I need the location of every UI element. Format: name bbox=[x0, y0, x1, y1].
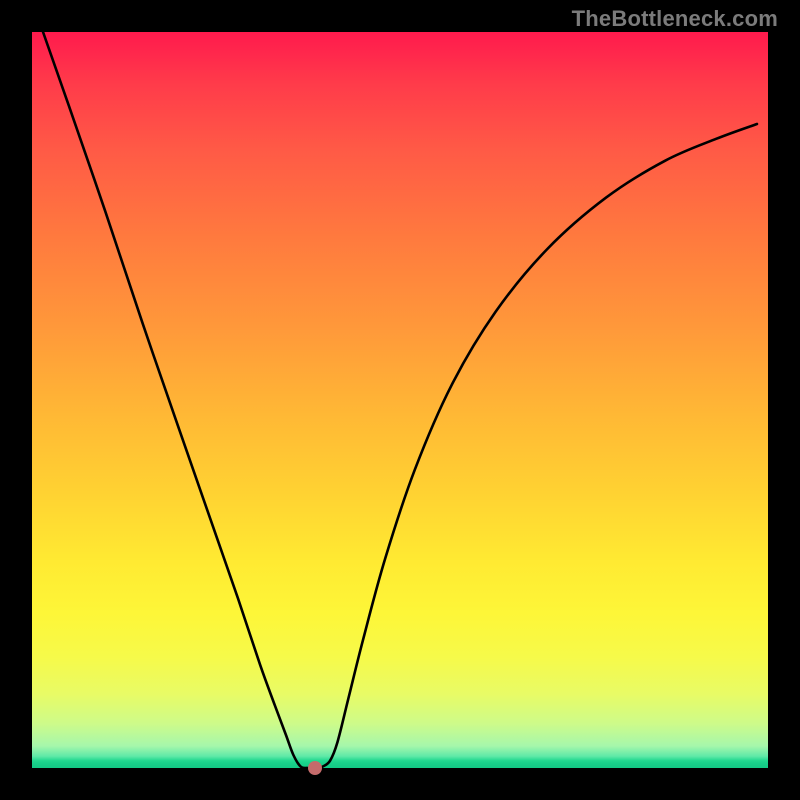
minimum-marker bbox=[308, 761, 322, 775]
bottleneck-curve bbox=[32, 32, 768, 768]
plot-area bbox=[32, 32, 768, 768]
chart-frame: TheBottleneck.com bbox=[0, 0, 800, 800]
watermark-text: TheBottleneck.com bbox=[572, 6, 778, 32]
